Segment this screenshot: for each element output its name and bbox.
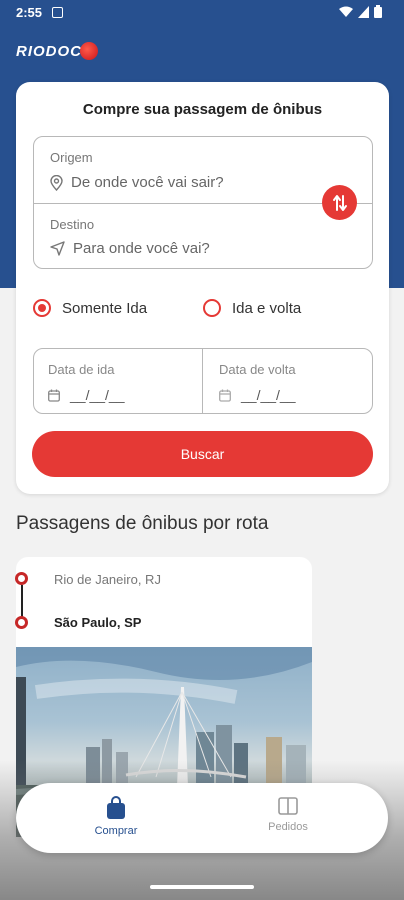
status-bar: 2:55 [0, 0, 404, 26]
radio-round-trip-indicator [203, 299, 221, 317]
nav-comprar[interactable]: Comprar [56, 796, 176, 837]
battery-icon [374, 5, 382, 18]
status-time: 2:55 [16, 5, 43, 20]
depart-date-value-row: __/__/__ [48, 387, 125, 403]
notification-icon [52, 7, 63, 18]
depart-date-label: Data de ida [48, 362, 115, 377]
destination-placeholder: Para onde você vai? [73, 240, 210, 257]
location-pin-icon [50, 174, 63, 191]
status-icons [339, 5, 382, 18]
depart-date-field[interactable]: Data de ida __/__/__ [34, 349, 202, 413]
origin-placeholder: De onde você vai sair? [71, 174, 224, 191]
destination-placeholder-row: Para onde você vai? [50, 240, 210, 257]
destination-label: Destino [50, 217, 95, 232]
return-date-value: __/__/__ [241, 387, 296, 403]
radio-one-way-label: Somente Ida [62, 299, 148, 317]
nav-pedidos-label: Pedidos [268, 821, 308, 833]
riodoce-logo: RIODOC [16, 42, 98, 60]
shopping-bag-icon [107, 796, 125, 819]
radio-round-trip[interactable]: Ida e volta [203, 299, 301, 317]
route-destination-dot [15, 616, 28, 629]
gesture-bar[interactable] [150, 885, 254, 889]
calendar-icon [219, 389, 231, 402]
route-connector-line [21, 585, 23, 617]
route-destination-text: São Paulo, SP [54, 615, 142, 630]
calendar-icon [48, 389, 60, 402]
logo-text: RIODOC [16, 42, 82, 60]
routes-section-title: Passagens de ônibus por rota [16, 513, 269, 534]
origin-placeholder-row: De onde você vai sair? [50, 174, 224, 191]
depart-date-value: __/__/__ [70, 387, 125, 403]
nav-comprar-label: Comprar [94, 825, 138, 837]
return-date-field[interactable]: Data de volta __/__/__ [203, 349, 373, 413]
origin-label: Origem [50, 150, 93, 165]
origin-field[interactable]: Origem De onde você vai sair? [34, 137, 372, 203]
wifi-icon [339, 6, 353, 17]
destination-field[interactable]: Destino Para onde você vai? [34, 204, 372, 270]
search-button[interactable]: Buscar [32, 431, 373, 477]
search-card: Compre sua passagem de ônibus Origem De … [16, 82, 389, 494]
route-origin-text: Rio de Janeiro, RJ [54, 572, 161, 587]
radio-round-trip-label: Ida e volta [232, 299, 302, 317]
return-date-value-row: __/__/__ [219, 387, 296, 403]
ticket-icon [278, 797, 298, 815]
search-card-title: Compre sua passagem de ônibus [82, 101, 323, 118]
signal-icon [358, 5, 369, 18]
swap-arrows-icon [332, 194, 347, 211]
return-date-label: Data de volta [219, 362, 296, 377]
swap-origin-destination-button[interactable] [322, 185, 357, 220]
radio-one-way[interactable]: Somente Ida [33, 299, 147, 317]
logo-mark [80, 42, 98, 60]
radio-one-way-indicator [33, 299, 51, 317]
route-origin-dot [15, 572, 28, 585]
nav-pedidos[interactable]: Pedidos [228, 796, 348, 833]
bottom-nav: Comprar Pedidos [16, 783, 388, 853]
navigation-arrow-icon [50, 241, 65, 256]
date-box: Data de ida __/__/__ Data de volta __/__… [33, 348, 373, 414]
